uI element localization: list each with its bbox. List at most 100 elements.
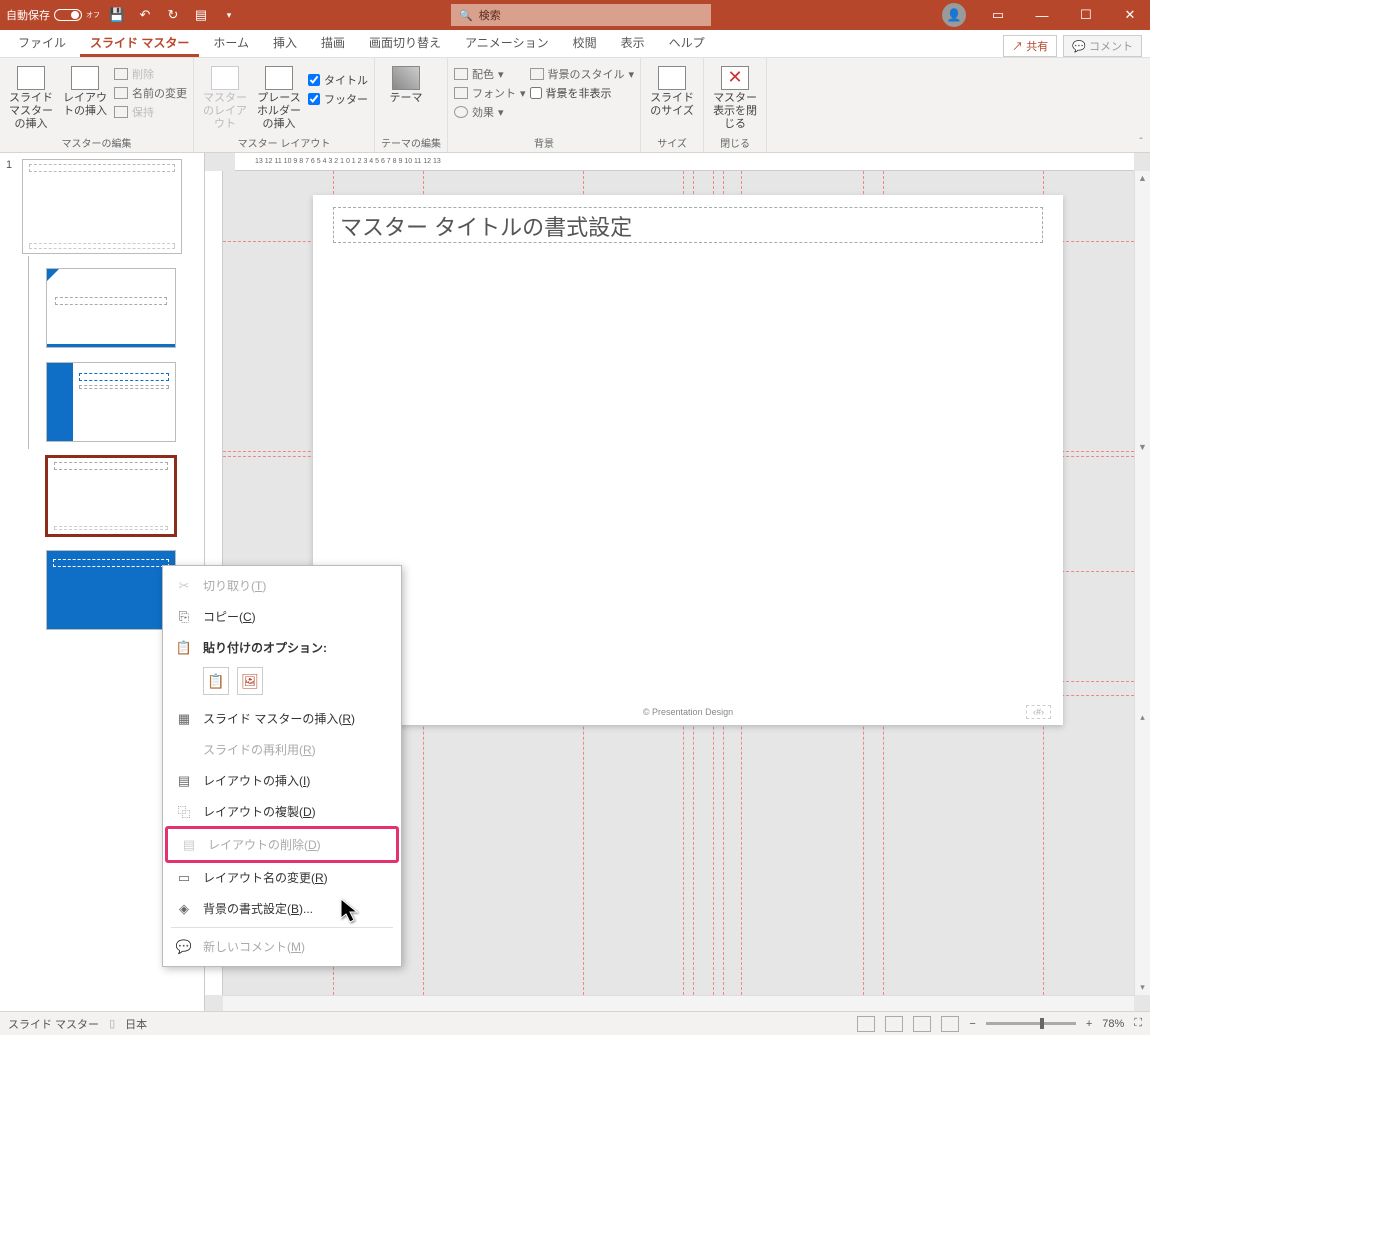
menu-background-format[interactable]: ◈背景の書式設定(B)... [163,893,401,924]
menu-rename-layout[interactable]: ▭レイアウト名の変更(R) [163,862,401,893]
tab-view[interactable]: 表示 [611,28,655,57]
redo-icon[interactable]: ↻ [162,4,184,26]
rename-icon: ▭ [175,870,193,886]
slide-master-icon: ▦ [175,711,193,727]
autosave-toggle[interactable]: 自動保存 オフ [6,7,100,23]
delete-button: 削除 [114,66,187,82]
comments-button[interactable]: 💬 コメント [1063,35,1142,57]
menu-insert-layout[interactable]: ▤レイアウトの挿入(I) [163,765,401,796]
minimize-icon[interactable]: — [1022,0,1062,30]
tab-transitions[interactable]: 画面切り替え [359,28,451,57]
footer-checkbox[interactable]: フッター [308,91,368,107]
menu-reuse-slides: スライドの再利用(R) [163,734,401,765]
group-label-size: サイズ [647,133,697,150]
menu-delete-layout: ▤レイアウトの削除(D) [168,829,396,860]
zoom-in-icon[interactable]: + [1086,1018,1092,1030]
paste-option-destination-theme[interactable]: 📋 [203,667,229,695]
share-button[interactable]: ↗ 共有 [1003,35,1057,57]
menu-paste-options-label: 📋貼り付けのオプション: [163,632,401,663]
menu-insert-slide-master[interactable]: ▦スライド マスターの挿入(R) [163,703,401,734]
layout-icon: ▤ [175,773,193,789]
title-placeholder[interactable]: マスター タイトルの書式設定 [333,207,1043,243]
slide-size-button[interactable]: スライドのサイズ [647,62,697,118]
undo-icon[interactable]: ↶ [134,4,156,26]
copy-icon: ⎘ [175,609,193,625]
tab-draw[interactable]: 描画 [311,28,355,57]
master-number: 1 [6,159,18,268]
title-checkbox[interactable]: タイトル [308,72,368,88]
hide-background-checkbox[interactable]: 背景を非表示 [530,85,635,101]
ruler-horizontal: 13 12 11 10 9 8 7 6 5 4 3 2 1 0 1 2 3 4 … [235,153,1134,171]
save-icon[interactable]: 💾 [106,4,128,26]
layout-thumbnail-1[interactable] [46,268,176,348]
master-layout-button: マスターのレイアウト [200,62,250,132]
ribbon-display-icon[interactable]: ▭ [978,0,1018,30]
slide-number-placeholder[interactable]: ‹#› [1026,705,1051,719]
status-bar: スライド マスター ▯ 日本 − + 78% ⛶ [0,1011,1150,1035]
group-label-master-layout: マスター レイアウト [200,133,368,150]
tab-help[interactable]: ヘルプ [659,28,715,57]
menu-new-comment: 💬新しいコメント(M) [163,931,401,962]
tab-file[interactable]: ファイル [8,28,76,57]
tab-slide-master[interactable]: スライド マスター [80,28,199,57]
footer-placeholder[interactable]: © Presentation Design [313,707,1063,717]
insert-placeholder-button[interactable]: プレースホルダーの挿入 [254,62,304,132]
reading-view-icon[interactable] [913,1016,931,1032]
menu-copy[interactable]: ⎘コピー(C) [163,601,401,632]
themes-button[interactable]: テーマ [381,62,431,105]
menu-duplicate-layout[interactable]: ⿻レイアウトの複製(D) [163,796,401,827]
close-icon[interactable]: ✕ [1110,0,1150,30]
zoom-slider[interactable] [986,1022,1076,1025]
paste-option-picture[interactable]: 🖼 [237,667,263,695]
search-box[interactable]: 🔍 検索 [451,4,711,26]
status-language[interactable]: 日本 [125,1016,147,1032]
comment-icon: 💬 [175,939,193,955]
from-beginning-icon[interactable]: ▤ [190,4,212,26]
slide-editor[interactable]: マスター タイトルの書式設定 © Presentation Design ‹#› [313,195,1063,725]
customize-qat-icon[interactable]: ▾ [218,4,240,26]
preserve-button: 保持 [114,104,187,120]
background-styles-button[interactable]: 背景のスタイル ▾ [530,66,635,82]
user-avatar[interactable]: 👤 [942,3,966,27]
rename-button[interactable]: 名前の変更 [114,85,187,101]
zoom-level[interactable]: 78% [1102,1018,1124,1030]
effects-button[interactable]: 効果 ▾ [454,104,526,120]
background-icon: ◈ [175,901,193,917]
mouse-cursor [340,898,362,924]
scissors-icon: ✂ [175,578,193,594]
context-menu: ✂切り取り(T) ⎘コピー(C) 📋貼り付けのオプション: 📋 🖼 ▦スライド … [162,565,402,967]
group-label-background: 背景 [454,133,634,150]
fonts-button[interactable]: フォント ▾ [454,85,526,101]
horizontal-scrollbar[interactable] [223,995,1134,1011]
ribbon: スライド マスターの挿入 レイアウトの挿入 削除 名前の変更 保持 マスターの編… [0,58,1150,153]
insert-slide-master-button[interactable]: スライド マスターの挿入 [6,62,56,132]
menu-cut: ✂切り取り(T) [163,570,401,601]
collapse-ribbon-icon[interactable]: ˆ [1132,58,1150,152]
status-mode: スライド マスター [8,1016,99,1032]
zoom-out-icon[interactable]: − [969,1018,975,1030]
title-bar: 自動保存 オフ 💾 ↶ ↻ ▤ ▾ 🔍 検索 👤 ▭ — ☐ ✕ [0,0,1150,30]
colors-button[interactable]: 配色 ▾ [454,66,526,82]
search-icon: 🔍 [459,9,473,22]
layout-thumbnail-2[interactable] [46,362,176,442]
tab-insert[interactable]: 挿入 [263,28,307,57]
tab-review[interactable]: 校閲 [563,28,607,57]
layout-thumbnail-3-selected[interactable] [46,456,176,536]
master-thumbnail[interactable] [22,159,182,254]
vertical-scrollbar[interactable]: ▲▼▴▾ [1134,171,1150,995]
normal-view-icon[interactable] [857,1016,875,1032]
sorter-view-icon[interactable] [885,1016,903,1032]
close-master-view-button[interactable]: ✕マスター表示を閉じる [710,62,760,132]
maximize-icon[interactable]: ☐ [1066,0,1106,30]
duplicate-icon: ⿻ [175,804,193,820]
group-label-edit-theme: テーマの編集 [381,133,441,150]
insert-layout-button[interactable]: レイアウトの挿入 [60,62,110,118]
paste-icon: 📋 [175,640,193,656]
layout-thumbnail-4[interactable] [46,550,176,630]
fit-to-window-icon[interactable]: ⛶ [1134,1017,1142,1030]
slideshow-view-icon[interactable] [941,1016,959,1032]
delete-icon: ▤ [180,837,198,853]
tab-home[interactable]: ホーム [203,28,259,57]
tab-animations[interactable]: アニメーション [455,28,559,57]
group-label-close: 閉じる [710,133,760,150]
